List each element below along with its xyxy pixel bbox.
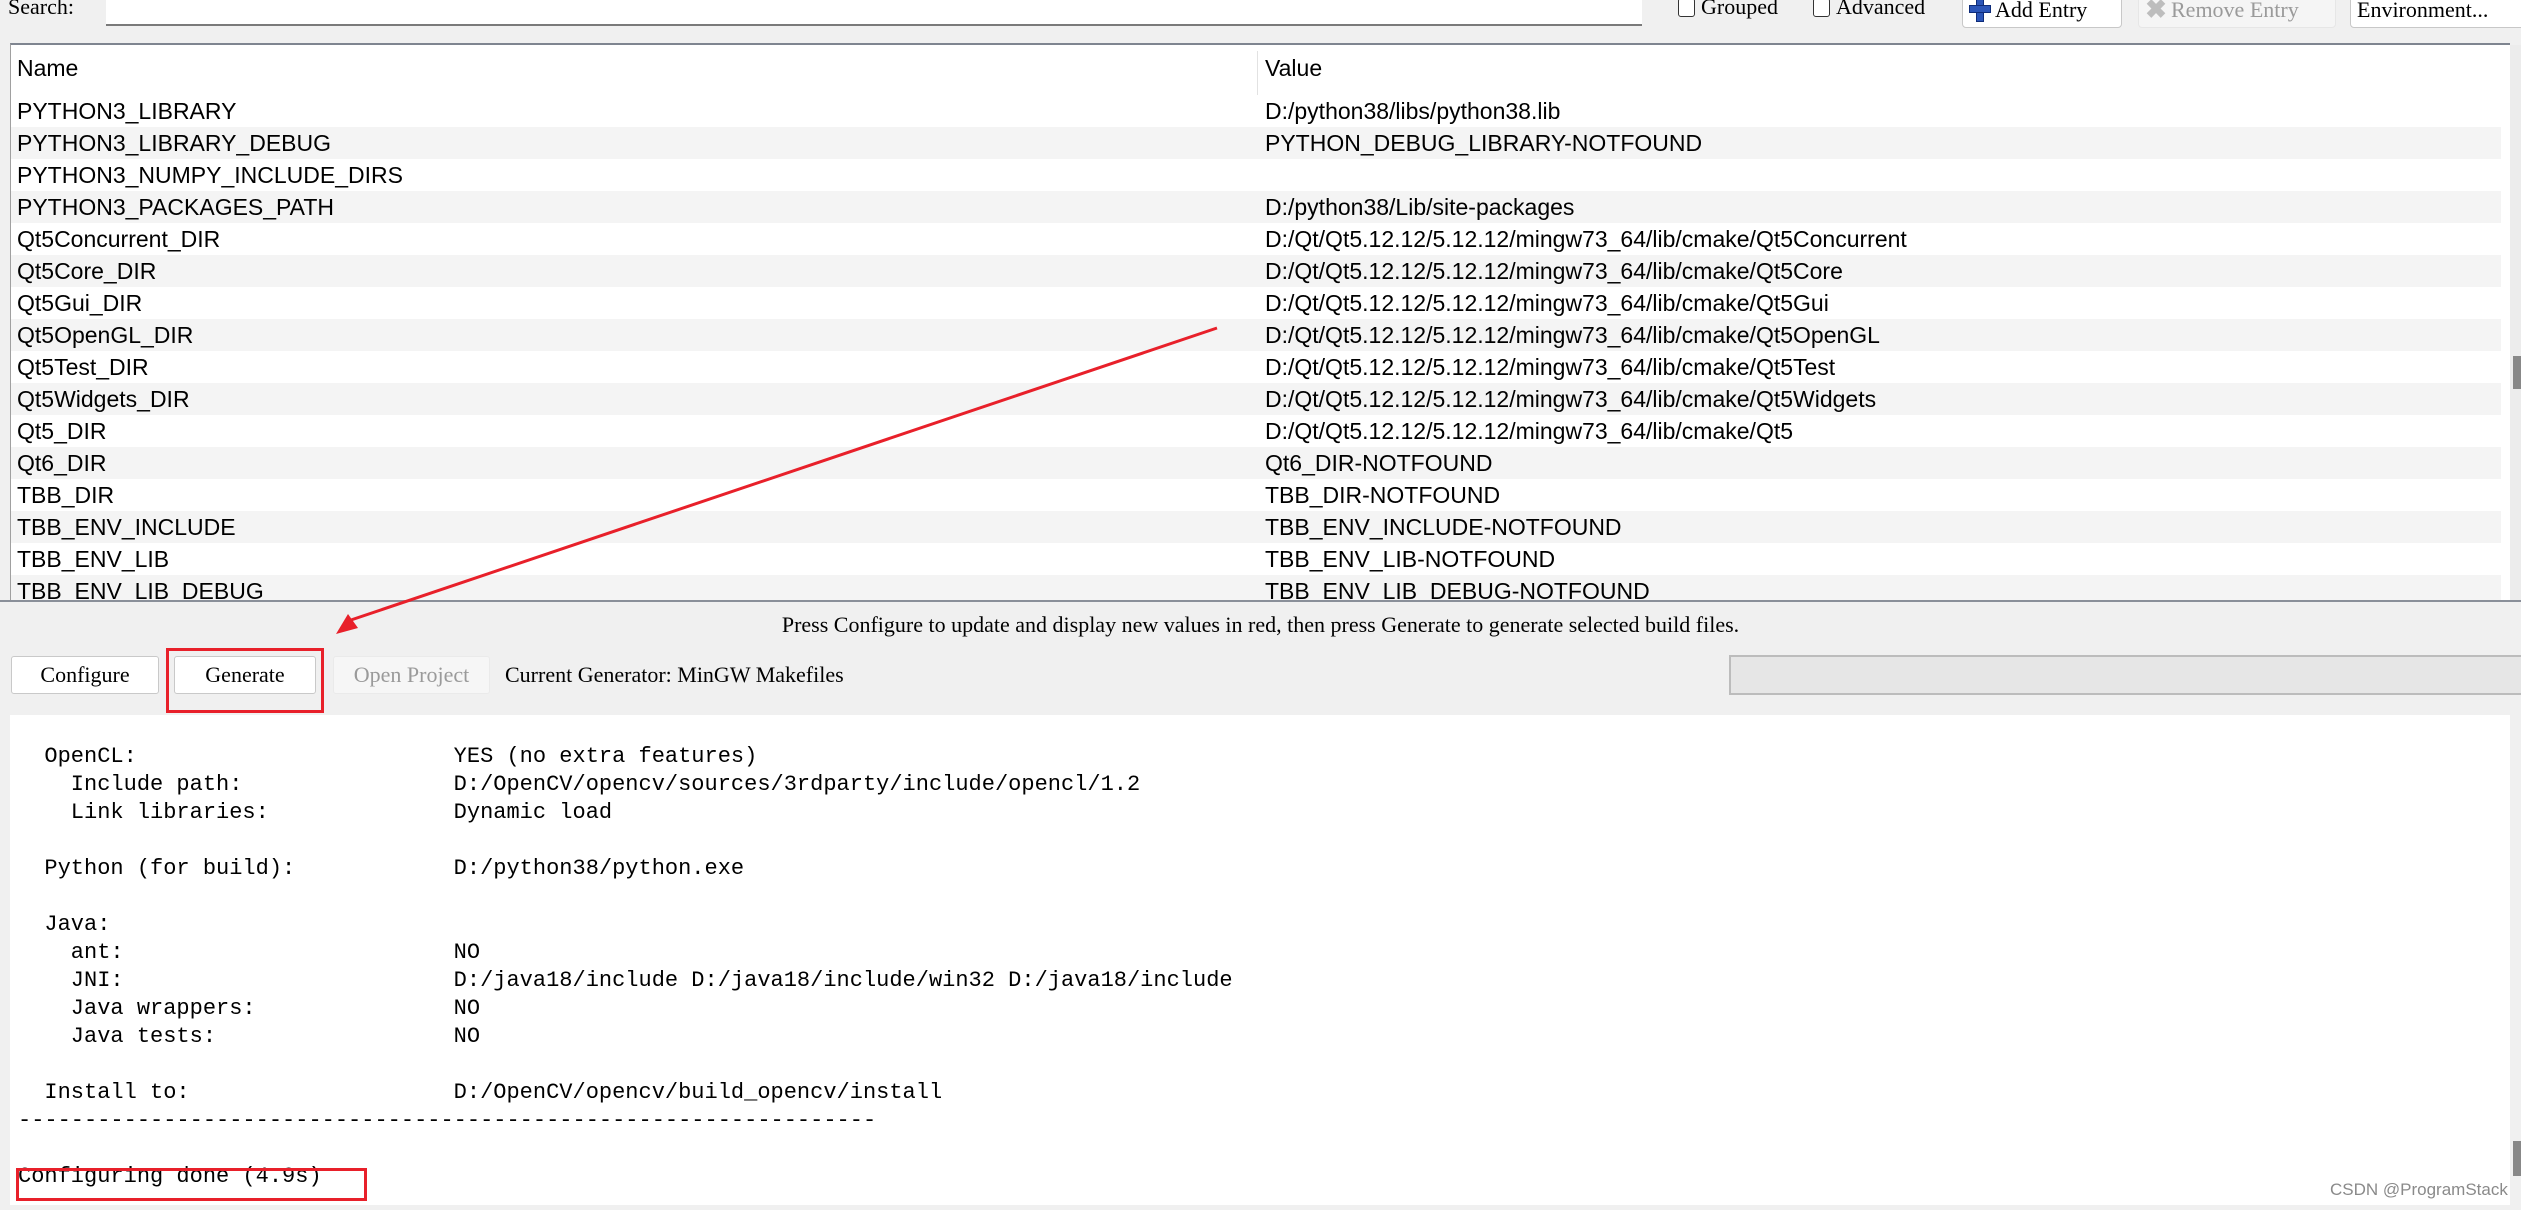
remove-entry-button[interactable]: ✖ Remove Entry <box>2138 0 2336 28</box>
table-row[interactable]: TBB_ENV_LIB_DEBUG TBB_ENV_LIB_DEBUG-NOTFO… <box>11 575 2501 600</box>
search-input[interactable] <box>106 0 1642 26</box>
table-row[interactable]: Qt5_DIR D:/Qt/Qt5.12.12/5.12.12/mingw73_6… <box>11 415 2501 447</box>
configure-button[interactable]: Configure <box>11 656 159 694</box>
advanced-label: Advanced <box>1836 0 1926 19</box>
output-line: Java: <box>18 912 111 937</box>
output-line: Include path: D:/OpenCV/opencv/sources/3… <box>18 772 1141 797</box>
cell-value[interactable]: TBB_DIR-NOTFOUND <box>1265 479 1500 511</box>
cell-name: Qt5Widgets_DIR <box>17 386 190 412</box>
plus-icon <box>1969 0 1991 22</box>
status-message: Press Configure to update and display ne… <box>781 612 1740 637</box>
cell-value[interactable]: D:/Qt/Qt5.12.12/5.12.12/mingw73_64/lib/c… <box>1265 351 1835 383</box>
table-row[interactable]: TBB_ENV_INCLUDE TBB_ENV_INCLUDE-NOTFOUND <box>11 511 2501 543</box>
cell-name: TBB_ENV_LIB_DEBUG <box>17 578 264 600</box>
cell-value[interactable]: TBB_ENV_LIB_DEBUG-NOTFOUND <box>1265 575 1650 600</box>
table-row[interactable]: TBB_DIR TBB_DIR-NOTFOUND <box>11 479 2501 511</box>
grouped-label: Grouped <box>1701 0 1778 19</box>
cell-value[interactable]: D:/Qt/Qt5.12.12/5.12.12/mingw73_64/lib/c… <box>1265 223 1907 255</box>
grouped-checkbox-box[interactable] <box>1678 0 1695 17</box>
column-header-name[interactable]: Name <box>17 55 78 82</box>
table-row[interactable]: Qt5OpenGL_DIR D:/Qt/Qt5.12.12/5.12.12/min… <box>11 319 2501 351</box>
output-line: Install to: D:/OpenCV/opencv/build_openc… <box>18 1080 943 1105</box>
output-line: Java wrappers: NO <box>18 996 481 1021</box>
table-row[interactable]: PYTHON3_LIBRARY_DEBUG PYTHON_DEBUG_LIBRAR… <box>11 127 2501 159</box>
cell-value[interactable]: TBB_ENV_LIB-NOTFOUND <box>1265 543 1555 575</box>
advanced-checkbox-box[interactable] <box>1813 0 1830 17</box>
cell-name: Qt5Concurrent_DIR <box>17 226 221 252</box>
cache-table: Name Value PYTHON3_LIBRARY D:/python38/li… <box>10 43 2510 600</box>
table-row[interactable]: Qt5Gui_DIR D:/Qt/Qt5.12.12/5.12.12/mingw7… <box>11 287 2501 319</box>
cell-name: PYTHON3_LIBRARY_DEBUG <box>17 130 332 156</box>
table-row[interactable]: Qt5Concurrent_DIR D:/Qt/Qt5.12.12/5.12.12… <box>11 223 2501 255</box>
open-project-button[interactable]: Open Project <box>333 656 490 694</box>
output-line: ant: NO <box>18 940 481 965</box>
table-row[interactable]: TBB_ENV_LIB TBB_ENV_LIB-NOTFOUND <box>11 543 2501 575</box>
cell-name: Qt6_DIR <box>17 450 107 476</box>
search-label: Search: <box>8 0 74 19</box>
output-line: Java tests: NO <box>18 1024 481 1049</box>
add-entry-label: Add Entry <box>1995 0 2088 22</box>
annotation-box-generate <box>166 648 324 713</box>
current-generator-label: Current Generator: MinGW Makefiles <box>505 662 844 687</box>
cell-value[interactable]: TBB_ENV_INCLUDE-NOTFOUND <box>1265 511 1622 543</box>
table-body: PYTHON3_LIBRARY D:/python38/libs/python38… <box>11 95 2501 600</box>
cell-value[interactable]: Qt6_DIR-NOTFOUND <box>1265 447 1492 479</box>
add-entry-button[interactable]: Add Entry <box>1962 0 2122 28</box>
output-line: Link libraries: Dynamic load <box>18 800 613 825</box>
grouped-checkbox[interactable]: Grouped <box>1678 0 1778 20</box>
environment-label: Environment... <box>2357 0 2489 22</box>
cell-value[interactable]: D:/Qt/Qt5.12.12/5.12.12/mingw73_64/lib/c… <box>1265 287 1829 319</box>
watermark: CSDN @ProgramStack <box>2330 1180 2508 1199</box>
cell-name: Qt5Core_DIR <box>17 258 157 284</box>
remove-entry-label: Remove Entry <box>2171 0 2299 22</box>
table-row[interactable]: Qt5Core_DIR D:/Qt/Qt5.12.12/5.12.12/mingw… <box>11 255 2501 287</box>
cell-name: TBB_ENV_LIB <box>17 546 170 572</box>
annotation-box-configuring-done <box>16 1168 367 1201</box>
table-row[interactable]: Qt5Test_DIR D:/Qt/Qt5.12.12/5.12.12/mingw… <box>11 351 2501 383</box>
output-scrollbar-thumb[interactable] <box>2513 1141 2521 1176</box>
table-scrollbar[interactable] <box>2510 45 2521 600</box>
output-line: OpenCL: YES (no extra features) <box>18 744 758 769</box>
cell-name: Qt5Test_DIR <box>17 354 149 380</box>
cell-value[interactable]: D:/python38/Lib/site-packages <box>1265 191 1574 223</box>
table-divider <box>0 600 2521 602</box>
table-header: Name Value <box>11 45 2501 95</box>
column-separator[interactable] <box>1257 51 1258 95</box>
cell-name: PYTHON3_NUMPY_INCLUDE_DIRS <box>17 162 403 188</box>
output-line: ----------------------------------------… <box>18 1108 877 1133</box>
cell-name: Qt5_DIR <box>17 418 107 444</box>
cell-name: PYTHON3_LIBRARY <box>17 98 237 124</box>
cell-value[interactable]: D:/Qt/Qt5.12.12/5.12.12/mingw73_64/lib/c… <box>1265 319 1880 351</box>
remove-icon: ✖ <box>2145 0 2167 24</box>
environment-button[interactable]: Environment... <box>2350 0 2521 28</box>
column-header-value[interactable]: Value <box>1265 55 1322 82</box>
advanced-checkbox[interactable]: Advanced <box>1813 0 1925 20</box>
cell-name: Qt5Gui_DIR <box>17 290 143 316</box>
output-line: Python (for build): D:/python38/python.e… <box>18 856 745 881</box>
cell-value[interactable]: D:/Qt/Qt5.12.12/5.12.12/mingw73_64/lib/c… <box>1265 255 1843 287</box>
table-scrollbar-thumb[interactable] <box>2513 356 2521 389</box>
table-row[interactable]: Qt5Widgets_DIR D:/Qt/Qt5.12.12/5.12.12/mi… <box>11 383 2501 415</box>
cell-value[interactable]: D:/Qt/Qt5.12.12/5.12.12/mingw73_64/lib/c… <box>1265 415 1793 447</box>
output-log[interactable]: OpenCL: YES (no extra features) Include … <box>10 715 2510 1205</box>
progress-bar <box>1729 655 2521 695</box>
output-line: JNI: D:/java18/include D:/java18/include… <box>18 968 1233 993</box>
cell-name: TBB_DIR <box>17 482 115 508</box>
cell-name: PYTHON3_PACKAGES_PATH <box>17 194 334 220</box>
cell-name: Qt5OpenGL_DIR <box>17 322 194 348</box>
table-row[interactable]: PYTHON3_PACKAGES_PATH D:/python38/Lib/sit… <box>11 191 2501 223</box>
table-row[interactable]: PYTHON3_NUMPY_INCLUDE_DIRS <box>11 159 2501 191</box>
cell-value[interactable]: D:/Qt/Qt5.12.12/5.12.12/mingw73_64/lib/c… <box>1265 383 1876 415</box>
table-row[interactable]: Qt6_DIR Qt6_DIR-NOTFOUND <box>11 447 2501 479</box>
table-row[interactable]: PYTHON3_LIBRARY D:/python38/libs/python38… <box>11 95 2501 127</box>
cell-value[interactable]: PYTHON_DEBUG_LIBRARY-NOTFOUND <box>1265 127 1702 159</box>
cell-value[interactable]: D:/python38/libs/python38.lib <box>1265 95 1560 127</box>
cell-name: TBB_ENV_INCLUDE <box>17 514 236 540</box>
output-text: OpenCL: YES (no extra features) Include … <box>18 743 1233 1191</box>
